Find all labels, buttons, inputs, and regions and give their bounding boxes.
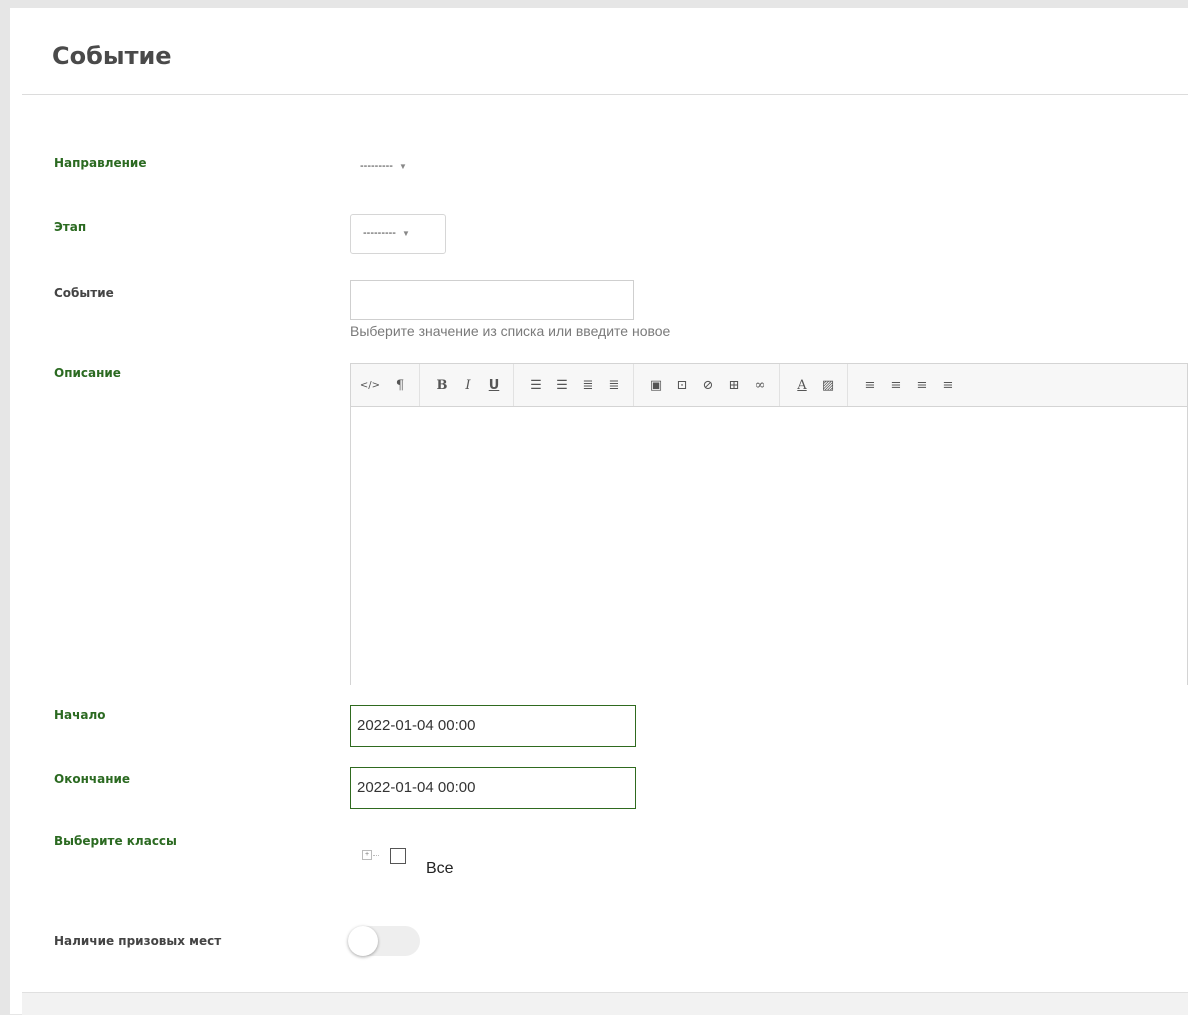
outdent-icon[interactable]: ≣ [575, 364, 601, 406]
event-label: Событие [54, 286, 114, 300]
stage-label: Этап [54, 220, 87, 234]
toggle-knob [348, 926, 378, 956]
indent-icon[interactable]: ≣ [601, 364, 627, 406]
classes-label: Выберите классы [54, 834, 177, 848]
bold-icon[interactable]: B [429, 364, 455, 406]
tree-connector [373, 855, 379, 856]
chevron-down-icon: ▼ [401, 229, 410, 238]
event-form-panel: Событие Направление --------- ▼ Этап ----… [10, 8, 1188, 1015]
font-color-icon[interactable]: A [789, 364, 815, 406]
stage-select[interactable]: --------- ▼ [350, 214, 446, 254]
image-icon[interactable]: ▣ [643, 364, 669, 406]
link-icon[interactable]: ∞ [747, 364, 773, 406]
align-center-icon[interactable]: ≡ [883, 364, 909, 406]
end-label: Окончание [54, 772, 131, 786]
editor-toolbar: </> ¶ B I U ☰ ☰ ≣ ≣ ▣ ⊡ ⊘ ⊞ ∞ A ▨ ≡ ≡ ≡ … [351, 364, 1187, 407]
rich-text-editor: </> ¶ B I U ☰ ☰ ≣ ≣ ▣ ⊡ ⊘ ⊞ ∞ A ▨ ≡ ≡ ≡ … [350, 363, 1188, 685]
align-left-icon[interactable]: ≡ [857, 364, 883, 406]
panel-footer [22, 992, 1188, 1015]
table-icon[interactable]: ⊞ [721, 364, 747, 406]
align-right-icon[interactable]: ≡ [909, 364, 935, 406]
event-input[interactable] [350, 280, 634, 320]
end-date-input[interactable]: 2022-01-04 00:00 [350, 767, 636, 809]
start-date-input[interactable]: 2022-01-04 00:00 [350, 705, 636, 747]
paragraph-icon[interactable]: ¶ [387, 364, 413, 406]
expand-icon[interactable]: + [362, 850, 372, 860]
justify-icon[interactable]: ≡ [935, 364, 961, 406]
editor-body[interactable] [351, 407, 1187, 685]
html-icon[interactable]: </> [357, 364, 383, 406]
chevron-down-icon: ▼ [398, 162, 407, 171]
direction-label: Направление [54, 156, 147, 170]
classes-all-checkbox[interactable] [390, 848, 406, 864]
underline-icon[interactable]: U [481, 364, 507, 406]
prizes-label: Наличие призовых мест [54, 934, 222, 948]
file-icon[interactable]: ⊘ [695, 364, 721, 406]
direction-select-value: --------- [360, 160, 393, 172]
direction-select[interactable]: --------- ▼ [360, 160, 407, 172]
ordered-list-icon[interactable]: ☰ [549, 364, 575, 406]
start-label: Начало [54, 708, 106, 722]
page-title: Событие [52, 42, 172, 70]
classes-all-label: Все [426, 860, 454, 877]
unordered-list-icon[interactable]: ☰ [523, 364, 549, 406]
video-icon[interactable]: ⊡ [669, 364, 695, 406]
stage-select-value: --------- ▼ [363, 227, 410, 239]
panel-header: Событие [22, 8, 1188, 95]
event-hint: Выберите значение из списка или введите … [350, 323, 671, 339]
background-color-icon[interactable]: ▨ [815, 364, 841, 406]
prizes-toggle[interactable] [348, 926, 420, 956]
description-label: Описание [54, 366, 121, 380]
italic-icon[interactable]: I [455, 364, 481, 406]
